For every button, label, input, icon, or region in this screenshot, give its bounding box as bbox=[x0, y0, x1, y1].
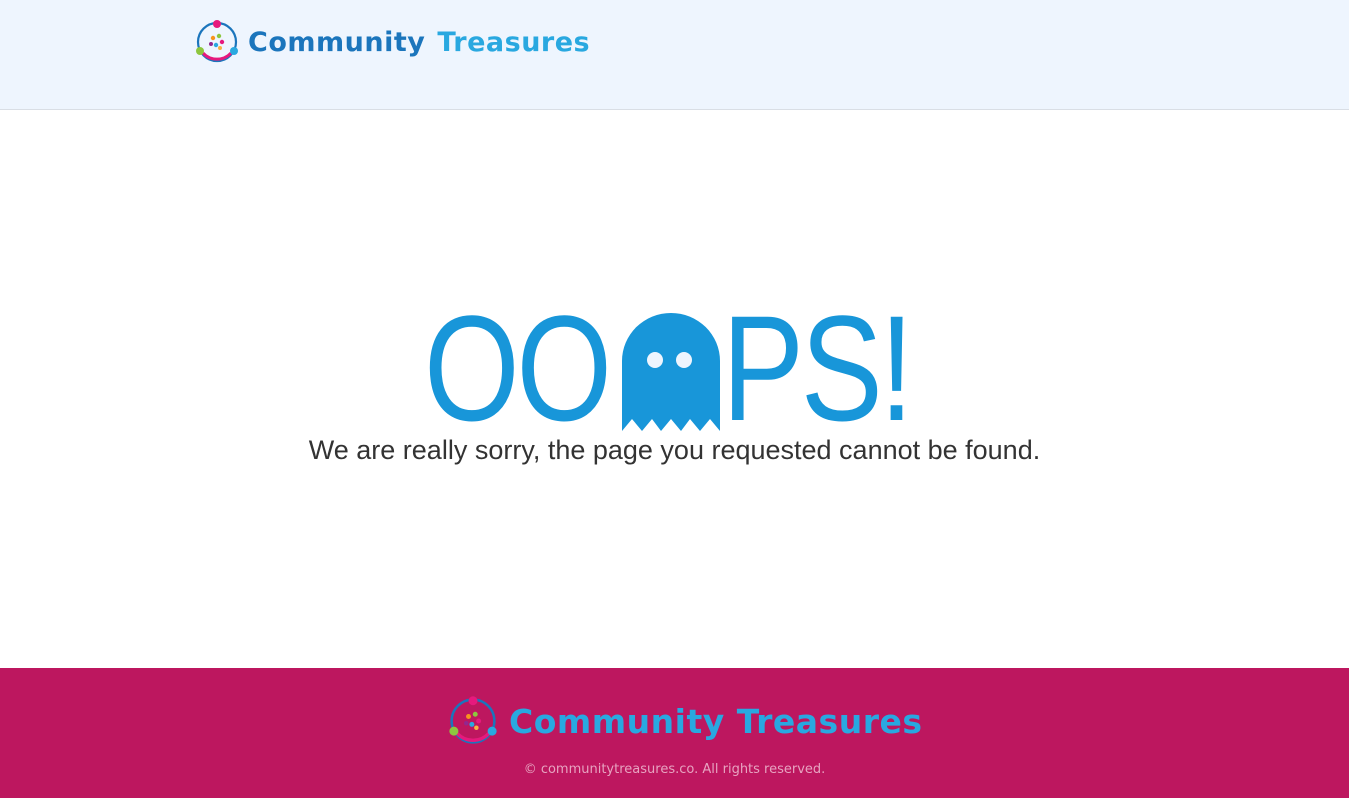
logo-text: Community Treasures bbox=[509, 702, 923, 741]
logo-word-community: Community bbox=[509, 701, 725, 741]
logo-text: Community Treasures bbox=[248, 27, 590, 58]
logo-word-treasures: Treasures bbox=[437, 26, 591, 58]
oops-heading-right: PS! bbox=[722, 284, 914, 452]
footer-logo-link[interactable]: Community Treasures bbox=[445, 696, 923, 746]
oops-heading-left: OO bbox=[424, 284, 612, 452]
error-content: OO PS! We are really sorry, the page you… bbox=[0, 110, 1349, 668]
logo-word-treasures: Treasures bbox=[736, 701, 923, 741]
community-treasures-logo-icon bbox=[196, 20, 238, 63]
oops-heading: OO PS! bbox=[424, 284, 952, 452]
site-footer: Community Treasures © communitytreasures.… bbox=[0, 668, 1349, 798]
logo-word-community: Community bbox=[248, 26, 426, 58]
site-header: Community Treasures bbox=[0, 0, 1349, 110]
error-message: We are really sorry, the page you reques… bbox=[308, 435, 1041, 465]
header-logo-link[interactable]: Community Treasures bbox=[194, 18, 590, 66]
copyright-text: © communitytreasures.co. All rights rese… bbox=[523, 762, 826, 777]
community-treasures-logo-icon bbox=[449, 696, 497, 744]
ghost-icon bbox=[622, 313, 720, 431]
